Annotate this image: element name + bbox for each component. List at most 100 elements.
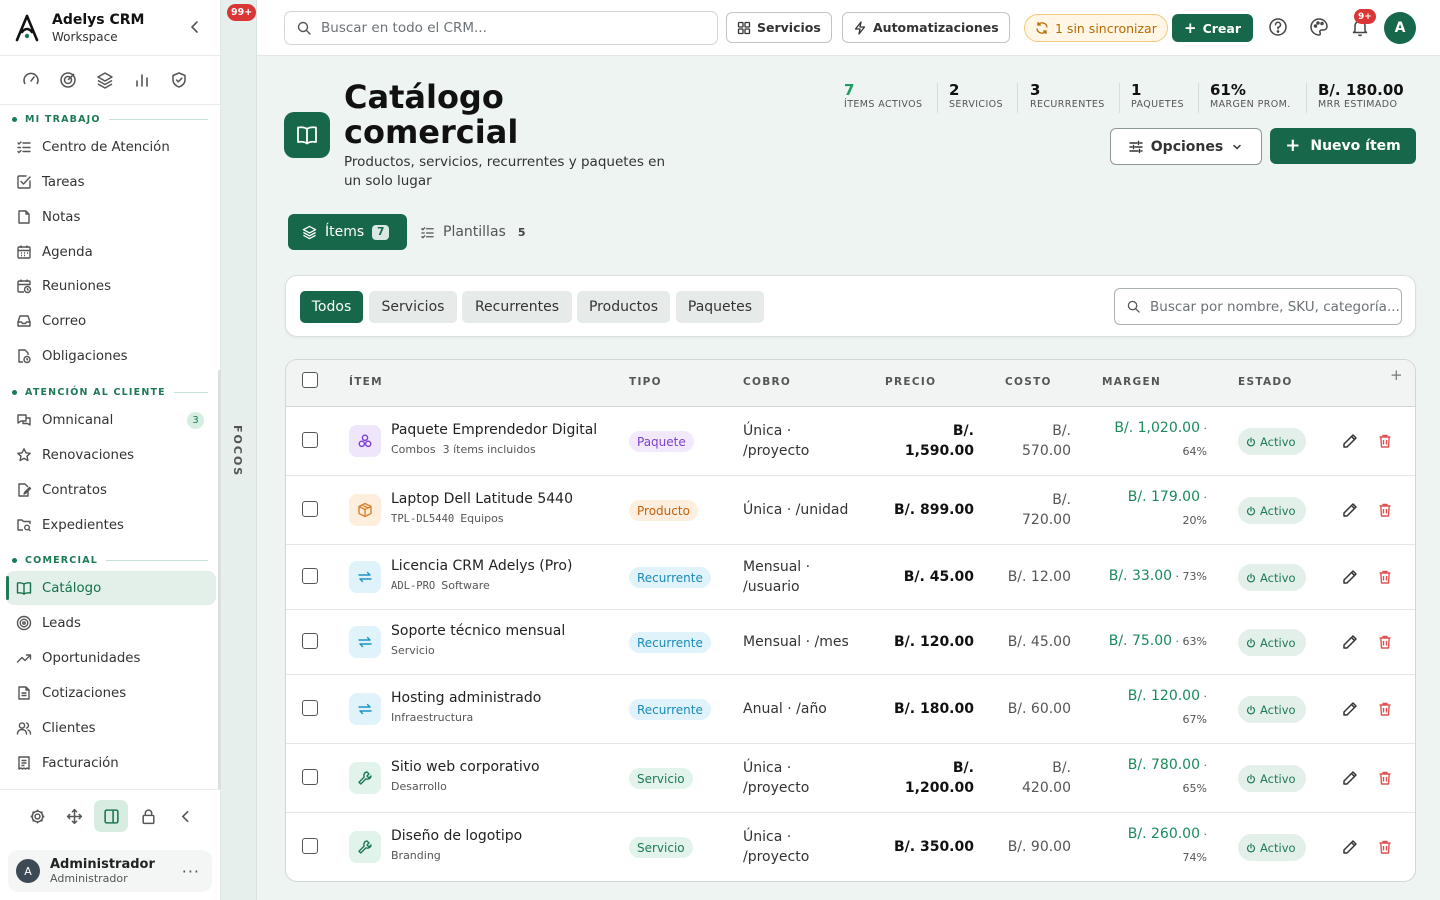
palette-icon[interactable] [1309,17,1329,37]
user-card[interactable]: A Administrador Administrador ··· [8,850,212,892]
sidebar-item-agenda[interactable]: Agenda [6,235,216,269]
edit-icon[interactable] [1341,633,1359,651]
bar-chart-icon[interactable] [133,70,151,90]
filter-chip-productos[interactable]: Productos [577,291,670,323]
filter-chip-recurrentes[interactable]: Recurrentes [462,291,572,323]
layers-icon[interactable] [96,70,114,90]
row-checkbox[interactable] [302,769,318,785]
table-row[interactable]: Sitio web corporativo Desarrollo Servici… [286,744,1415,813]
sync-label: 1 sin sincronizar [1055,20,1157,36]
trash-icon[interactable] [1377,569,1393,585]
row-checkbox[interactable] [302,501,318,517]
sidebar-item-centro-atencion[interactable]: Centro de Atención [6,130,216,164]
trash-icon[interactable] [1377,701,1393,717]
column-header-cobro[interactable]: COBRO [743,376,791,388]
table-row[interactable]: Diseño de logotipo Branding Servicio Úni… [286,813,1415,881]
move-icon[interactable] [57,800,91,832]
table-row[interactable]: Hosting administrado Infraestructura Rec… [286,675,1415,744]
select-all-checkbox[interactable] [302,372,318,388]
sidebar-item-correo[interactable]: Correo [6,304,216,338]
more-icon[interactable]: ··· [182,862,200,881]
trash-icon[interactable] [1377,502,1393,518]
focos-badge: 99+ [227,4,257,21]
filter-chip-servicios[interactable]: Servicios [369,291,457,323]
focos-rail[interactable]: 99+ FOCOS [221,0,257,900]
catalog-search-input[interactable] [1150,298,1400,315]
column-header-item[interactable]: ÍTEM [349,376,383,388]
trash-icon[interactable] [1377,634,1393,650]
edit-icon[interactable] [1341,501,1359,519]
automatizaciones-button[interactable]: Automatizaciones [842,12,1010,43]
sidebar-item-reuniones[interactable]: Reuniones [6,269,216,303]
catalog-search[interactable] [1114,288,1402,325]
global-search[interactable] [284,11,718,45]
sidebar-item-omnicanal[interactable]: Omnicanal 3 [6,403,216,437]
sidebar-item-renovaciones[interactable]: Renovaciones [6,438,216,472]
options-button[interactable]: Opciones [1110,128,1262,165]
sidebar-item-notas[interactable]: Notas [6,200,216,234]
help-icon[interactable] [1268,17,1288,37]
column-header-tipo[interactable]: TIPO [629,376,662,388]
sidebar-item-label: Contratos [42,482,107,498]
sidebar-item-facturacion[interactable]: Facturación [6,746,216,780]
table-row[interactable]: Laptop Dell Latitude 5440 TPL-DL5440 Equi… [286,476,1415,545]
trash-icon[interactable] [1377,433,1393,449]
item-name[interactable]: Laptop Dell Latitude 5440 [391,491,573,507]
table-row[interactable]: Soporte técnico mensual Servicio Recurre… [286,610,1415,675]
filter-chip-todos[interactable]: Todos [300,291,363,323]
sidebar-item-expedientes[interactable]: Expedientes [6,508,216,542]
row-checkbox[interactable] [302,838,318,854]
filter-chip-paquetes[interactable]: Paquetes [676,291,764,323]
precio-cell: B/. 120.00 [893,634,974,650]
column-header-costo[interactable]: COSTO [1005,376,1052,388]
sidebar-item-cotizaciones[interactable]: Cotizaciones [6,676,216,710]
brand[interactable]: Adelys CRM Workspace [14,10,144,46]
row-checkbox[interactable] [302,633,318,649]
tab-items[interactable]: Ítems 7 [288,214,407,250]
column-header-margen[interactable]: MARGEN [1102,376,1161,388]
panel-icon[interactable] [94,800,128,832]
table-row[interactable]: Licencia CRM Adelys (Pro) ADL-PRO Softwar… [286,545,1415,610]
item-name[interactable]: Hosting administrado [391,690,541,706]
trash-icon[interactable] [1377,839,1393,855]
add-column-icon[interactable]: + [1390,366,1403,384]
create-button[interactable]: + Crear [1172,14,1253,42]
gauge-icon[interactable] [22,70,40,90]
item-name[interactable]: Paquete Emprendedor Digital [391,422,597,438]
item-name[interactable]: Diseño de logotipo [391,828,522,844]
edit-icon[interactable] [1341,432,1359,450]
column-header-estado[interactable]: ESTADO [1238,376,1293,388]
sidebar-item-leads[interactable]: Leads [6,606,216,640]
edit-icon[interactable] [1341,769,1359,787]
gear-icon[interactable] [20,800,54,832]
sidebar-item-oportunidades[interactable]: Oportunidades [6,641,216,675]
sidebar-item-catalogo[interactable]: Catálogo [6,571,216,605]
row-checkbox[interactable] [302,568,318,584]
shield-check-icon[interactable] [170,70,188,90]
table-row[interactable]: Paquete Emprendedor Digital Combos 3 íte… [286,407,1415,476]
sidebar-item-contratos[interactable]: Contratos [6,473,216,507]
edit-icon[interactable] [1341,838,1359,856]
global-search-input[interactable] [321,20,701,36]
chevron-left-icon[interactable] [168,800,202,832]
item-name[interactable]: Licencia CRM Adelys (Pro) [391,558,572,574]
user-avatar[interactable]: A [1384,12,1416,44]
sidebar-item-obligaciones[interactable]: Obligaciones [6,339,216,373]
new-item-button[interactable]: + Nuevo ítem [1270,128,1416,164]
trash-icon[interactable] [1377,770,1393,786]
lock-icon[interactable] [131,800,165,832]
servicios-button[interactable]: Servicios [726,12,832,43]
edit-icon[interactable] [1341,568,1359,586]
item-name[interactable]: Soporte técnico mensual [391,623,565,639]
row-checkbox[interactable] [302,432,318,448]
column-header-precio[interactable]: PRECIO [885,376,936,388]
tab-plantillas[interactable]: Plantillas 5 [420,214,525,250]
target-icon[interactable] [59,70,77,90]
sidebar-item-clientes[interactable]: Clientes [6,711,216,745]
collapse-sidebar-icon[interactable] [186,18,204,36]
sidebar-item-tareas[interactable]: Tareas [6,165,216,199]
sync-status-badge[interactable]: 1 sin sincronizar [1024,14,1168,42]
edit-icon[interactable] [1341,700,1359,718]
row-checkbox[interactable] [302,700,318,716]
item-name[interactable]: Sitio web corporativo [391,759,540,775]
